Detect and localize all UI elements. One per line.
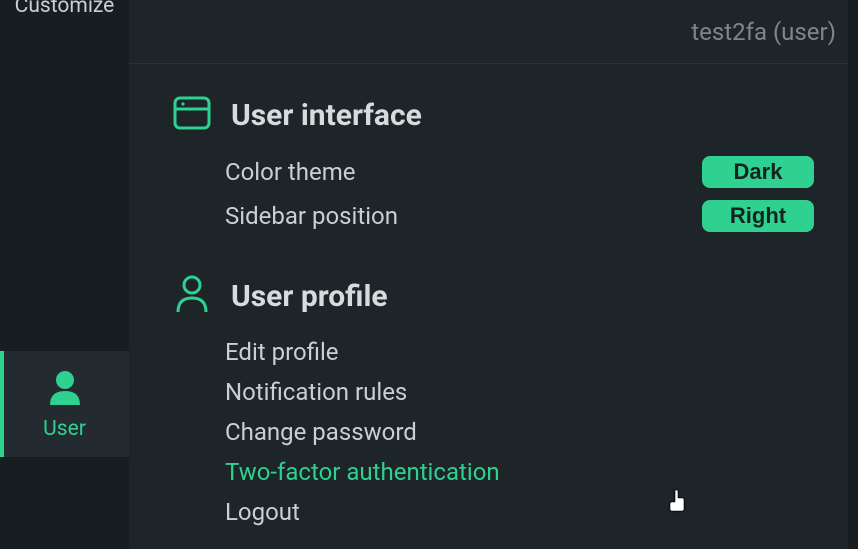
color-theme-toggle[interactable]: Dark <box>702 156 814 188</box>
section-title-profile: User profile <box>173 274 814 318</box>
profile-item-edit-profile[interactable]: Edit profile <box>173 332 814 372</box>
setting-label: Sidebar position <box>225 202 702 230</box>
content: User interface Color theme Dark Sidebar … <box>129 64 858 532</box>
section-heading: User profile <box>231 279 388 314</box>
user-display: test2fa (user) <box>691 18 836 46</box>
setting-sidebar-position: Sidebar position Right <box>173 194 814 238</box>
profile-item-two-factor-auth[interactable]: Two-factor authentication <box>173 452 814 492</box>
sidebar-item-label: User <box>43 417 86 441</box>
sidebar-bottom-pad <box>0 457 129 549</box>
main: test2fa (user) User interface Color them… <box>129 0 858 549</box>
user-icon <box>48 369 82 409</box>
profile-item-change-password[interactable]: Change password <box>173 412 814 452</box>
window-icon <box>173 94 211 136</box>
section-heading: User interface <box>231 98 422 133</box>
sidebar-item-label: Customize <box>15 0 115 18</box>
user-profile-icon <box>173 274 211 318</box>
section-title-ui: User interface <box>173 94 814 136</box>
sidebar-item-customize[interactable]: Customize <box>0 0 129 34</box>
profile-item-logout[interactable]: Logout <box>173 492 814 532</box>
sidebar: Customize User <box>0 0 129 549</box>
right-edge <box>848 0 858 549</box>
header: test2fa (user) <box>129 0 858 64</box>
setting-color-theme: Color theme Dark <box>173 150 814 194</box>
sidebar-item-user[interactable]: User <box>0 351 129 457</box>
sidebar-spacer <box>0 34 129 351</box>
profile-item-notification-rules[interactable]: Notification rules <box>173 372 814 412</box>
setting-label: Color theme <box>225 158 702 186</box>
sidebar-position-toggle[interactable]: Right <box>702 200 814 232</box>
